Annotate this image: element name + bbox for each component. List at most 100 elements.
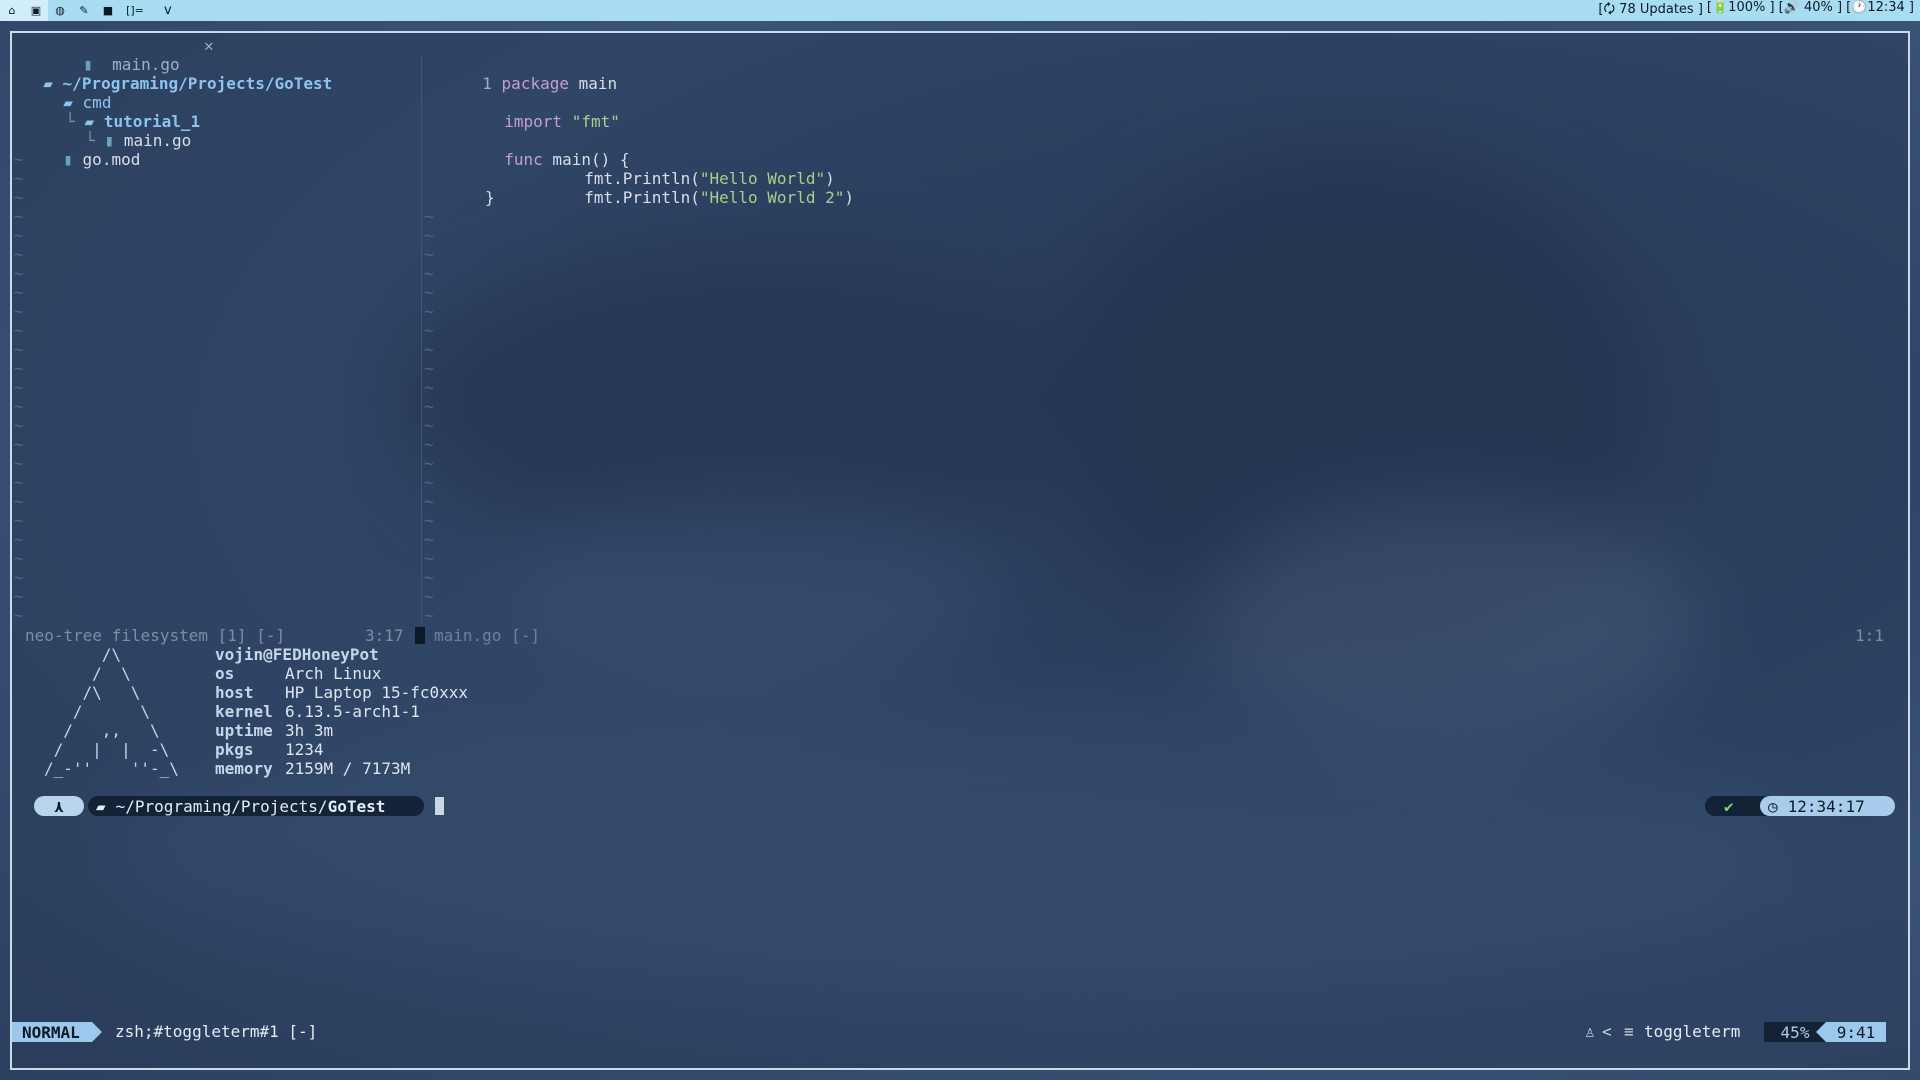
arch-logo-line: /_-'' ''-_\ [44,759,179,778]
fetch-key: memory [215,759,273,778]
code-line-7[interactable]: fmt.Println("Hello World 2") [565,169,854,207]
code-line-3[interactable]: import "fmt" [485,93,620,131]
tree-item-cmd[interactable]: ▰ cmd [44,74,111,112]
code-line-1[interactable]: 1 package main [463,55,617,93]
folder-open-icon: ▰ [96,796,106,816]
empty-line-marker: ~ [14,321,24,340]
empty-line-marker: ~ [14,283,24,302]
window-title-text: v [164,3,172,18]
file-icon: ▮ [63,150,73,169]
empty-line-marker: ~ [424,207,434,226]
fetch-value: 1234 [285,740,324,759]
empty-line-marker: ~ [14,150,24,169]
layout-icon[interactable]: []= [120,0,150,21]
empty-line-marker: ~ [424,359,434,378]
empty-line-marker: ~ [424,454,434,473]
empty-line-marker: ~ [424,549,434,568]
editor-icon[interactable]: ✎ [72,0,96,21]
code-text: fmt.Println( [584,188,700,207]
chevron-left-icon: < [1602,1022,1612,1041]
empty-line-marker: ~ [424,587,434,606]
volume-status[interactable]: [🔊 40% ] [1779,0,1843,22]
empty-line-marker: ~ [424,226,434,245]
arch-logo-line: / | | -\ [44,740,170,759]
neo-tree-statusline: neo-tree filesystem [1] [-] [25,626,286,645]
empty-line-marker: ~ [14,587,24,606]
empty-line-marker: ~ [424,530,434,549]
tab-main-go[interactable]: ▮ main.go [64,36,179,74]
empty-line-marker: ~ [424,435,434,454]
empty-line-marker: ~ [424,378,434,397]
clock-status: [🕐12:34 ] [1846,0,1914,15]
workspace-tags: ⌂ ▣ ◍ ✎ ■ []= v [0,0,172,21]
code-line-8[interactable]: } [485,188,495,207]
home-icon[interactable]: ⌂ [0,0,24,21]
fetch-key: uptime [215,721,273,740]
buffer-name: zsh;#toggleterm#1 [-] [115,1022,318,1041]
code-text: ) [844,188,854,207]
fetch-user: vojin@FEDHoneyPot [215,645,379,664]
scroll-percent: 45% [1780,1022,1810,1042]
empty-line-marker: ~ [424,340,434,359]
empty-line-marker: ~ [14,473,24,492]
top-bar: ⌂ ▣ ◍ ✎ ■ []= v [🗘 78 Updates ] [🔋100% ]… [0,0,1920,21]
prompt-path: ~/Programing/Projects/ [115,796,328,816]
check-icon: ✔ [1724,797,1734,816]
code-string: "Hello World 2" [699,188,845,207]
neo-tree-position: 3:17 [365,626,404,645]
fetch-key: host [215,683,254,702]
editor-position: 1:1 [1855,626,1884,645]
empty-line-marker: ~ [424,302,434,321]
fetch-key: kernel [215,702,273,721]
prompt-arch-segment: ⋏ [34,796,84,816]
terminal-icon[interactable]: ▣ [24,0,48,21]
empty-line-marker: ~ [424,264,434,283]
browser-icon[interactable]: ◍ [48,0,72,21]
empty-line-marker: ~ [424,606,434,625]
fetch-key: pkgs [215,740,254,759]
empty-line-marker: ~ [424,511,434,530]
empty-line-marker: ~ [424,473,434,492]
tree-item-main-go[interactable]: └ ▮ main.go [66,112,191,150]
mode-arrow [92,1022,102,1042]
prompt-path-current: GoTest [327,796,386,816]
prompt-time-segment: ◷ 12:34:17 [1760,796,1895,816]
window-separator [415,627,425,644]
line-number: 1 [482,74,492,93]
empty-line-marker: ~ [14,435,24,454]
tree-root[interactable]: ▰ ~/Programing/Projects/GoTest [24,55,332,93]
prompt-path-segment: ▰ ~/Programing/Projects/GoTest [88,796,424,816]
code-text: main [568,74,618,93]
window-title: v [150,0,172,21]
code-line-5[interactable]: func main() { [485,131,629,169]
tree-item-tutorial[interactable]: └ ▰ tutorial_1 [46,93,200,131]
mode-label: NORMAL [22,1022,80,1042]
mode-indicator: NORMAL [12,1022,92,1042]
arch-logo-line: / \ [44,664,131,683]
cursor [435,797,444,815]
arch-icon: ⋏ [54,796,64,816]
code-keyword: func [504,150,543,169]
empty-line-marker: ~ [14,549,24,568]
folder-icon[interactable]: ■ [96,0,120,21]
code-line-6[interactable]: fmt.Println("Hello World") [565,150,834,188]
prompt-time: 12:34:17 [1787,796,1865,816]
empty-line-marker: ~ [14,568,24,587]
empty-line-marker: ~ [14,378,24,397]
arch-logo-line: /\ [44,645,122,664]
empty-line-marker: ~ [14,245,24,264]
fetch-value: 6.13.5-arch1-1 [285,702,420,721]
close-icon[interactable]: ✕ [204,36,214,55]
tree-item-go-mod[interactable]: ▮ go.mod [44,131,140,169]
arch-logo-line: /\ \ [44,683,141,702]
empty-line-marker: ~ [14,416,24,435]
empty-line-marker: ~ [14,264,24,283]
empty-line-marker: ~ [424,397,434,416]
cursor-position: 9:41 [1836,1022,1876,1042]
empty-line-marker: ~ [14,188,24,207]
terminal-window [10,31,1910,1070]
empty-line-marker: ~ [14,169,24,188]
updates-status[interactable]: [🗘 78 Updates ] [1598,0,1703,22]
empty-line-marker: ~ [424,416,434,435]
editor-statusline: main.go [-] [434,626,540,645]
